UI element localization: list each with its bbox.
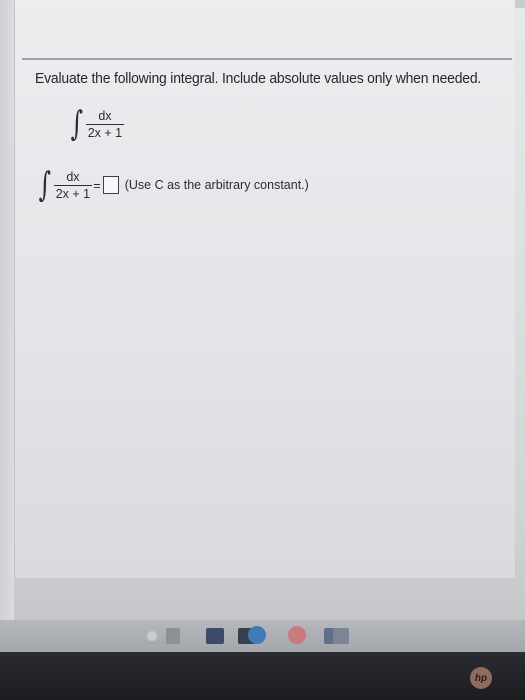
fraction-denominator: 2x + 1 [85, 123, 125, 140]
taskbar [0, 620, 525, 652]
photos-icon[interactable] [333, 628, 349, 644]
store-icon[interactable] [206, 628, 224, 644]
fraction-denominator: 2x + 1 [53, 184, 93, 201]
fraction-numerator: dx [98, 108, 112, 123]
integral-fraction: dx 2x + 1 [85, 108, 125, 140]
integral-sign: ∫ [38, 165, 52, 205]
integral-fraction: dx 2x + 1 [53, 169, 93, 201]
question-prompt: Evaluate the following integral. Include… [35, 70, 482, 87]
task-view-icon[interactable] [166, 628, 180, 644]
screen: Evaluate the following integral. Include… [0, 0, 525, 640]
integral-sign: ∫ [70, 104, 84, 144]
fraction-numerator: dx [66, 169, 80, 184]
problem-integral: ∫ dx 2x + 1 [68, 104, 125, 144]
answer-row: ∫ dx 2x + 1 = (Use C as the arbitrary co… [36, 168, 309, 202]
chrome-icon[interactable] [288, 626, 306, 644]
equals-sign: = [93, 177, 101, 193]
left-margin [0, 0, 14, 640]
laptop-bezel [0, 652, 525, 700]
hp-logo: hp [470, 667, 492, 689]
edge-icon[interactable] [248, 626, 266, 644]
answer-input[interactable] [102, 176, 119, 194]
back-icon[interactable] [147, 631, 157, 641]
answer-hint: (Use C as the arbitrary constant.) [124, 178, 309, 192]
divider [22, 58, 512, 60]
